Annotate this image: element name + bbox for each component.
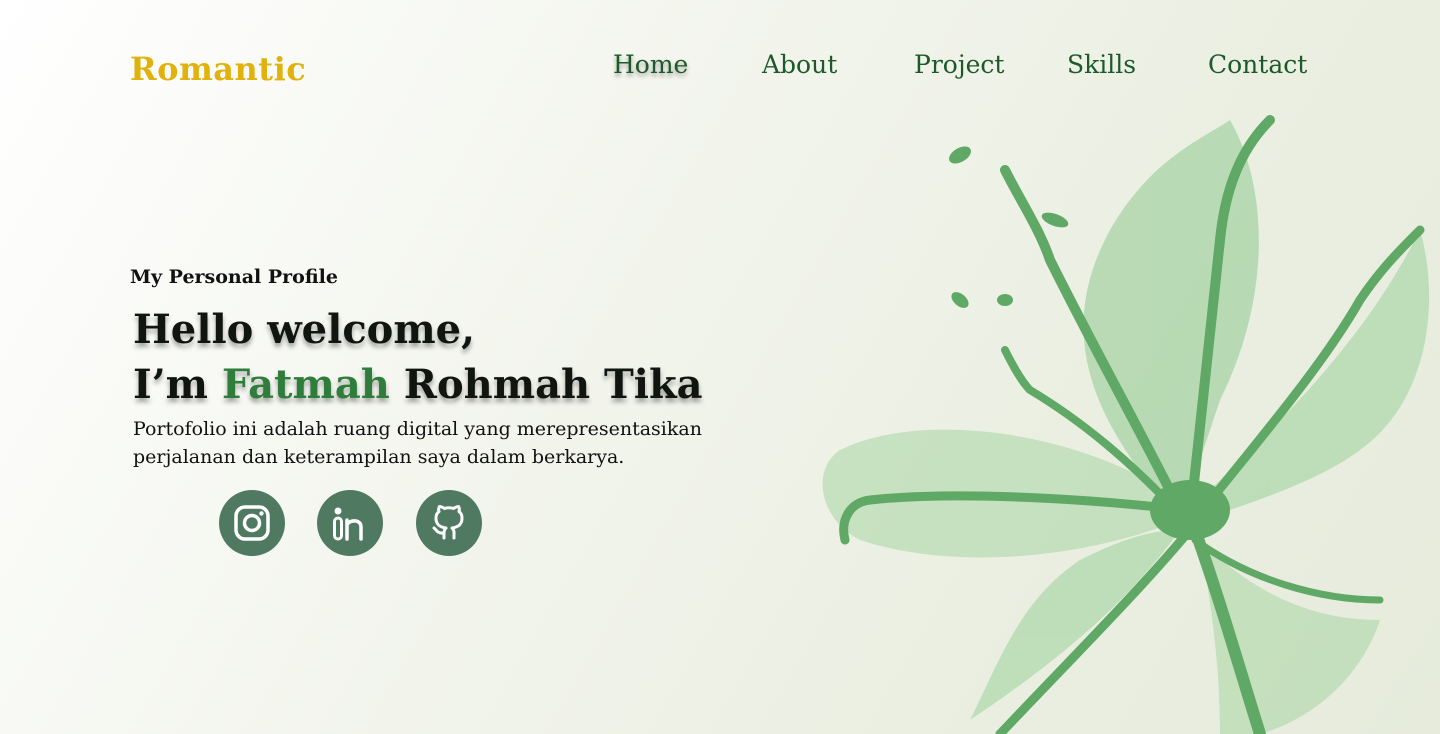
nav-project[interactable]: Project (914, 50, 1004, 79)
nav-skills[interactable]: Skills (1067, 50, 1136, 79)
nav-contact[interactable]: Contact (1208, 50, 1307, 79)
hero-intro-prefix: I’m (133, 361, 222, 408)
hero-name-highlight: Fatmah (221, 361, 390, 408)
instagram-icon (234, 505, 270, 541)
instagram-button[interactable] (219, 490, 285, 556)
github-icon (432, 505, 464, 540)
lily-flower-illustration (822, 115, 1430, 734)
nav-home[interactable]: Home (613, 50, 688, 79)
github-button[interactable] (416, 490, 482, 556)
hero-description: Portofolio ini adalah ruang digital yang… (133, 415, 753, 471)
nav-about[interactable]: About (762, 50, 837, 79)
hero-description-line1: Portofolio ini adalah ruang digital yang… (133, 418, 702, 440)
hero-greeting: Hello welcome, (133, 306, 476, 353)
hero-description-line2: perjalanan dan keterampilan saya dalam b… (133, 446, 625, 468)
hero-subtitle: My Personal Profile (130, 266, 338, 288)
linkedin-button[interactable] (317, 490, 383, 556)
hero-headline: Hello welcome, I’m Fatmah Rohmah Tika (133, 302, 703, 412)
hero-name-rest: Rohmah Tika (389, 361, 703, 408)
brand-logo[interactable]: Romantic (130, 50, 306, 88)
linkedin-icon (333, 507, 363, 541)
